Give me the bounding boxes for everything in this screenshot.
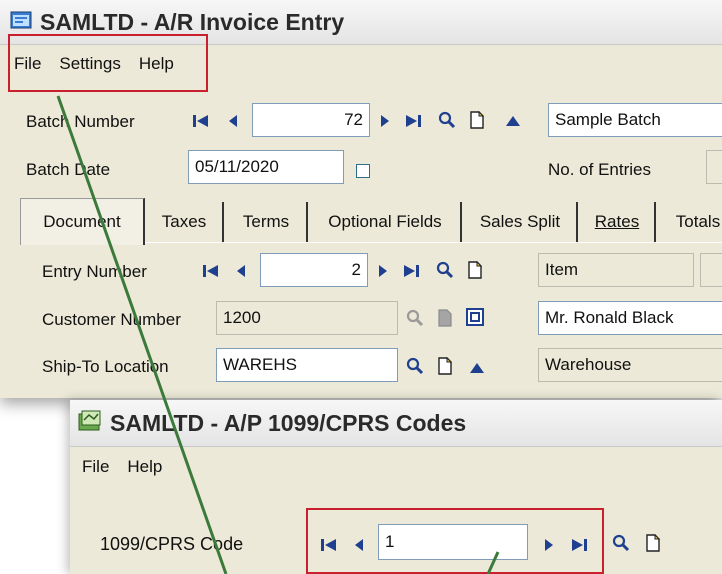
entry-type-field[interactable]: Item <box>538 253 694 287</box>
ship-to-description-field[interactable]: Warehouse <box>538 348 722 382</box>
batch-description-field[interactable]: Sample Batch <box>548 103 722 137</box>
entry-type-extra-field <box>700 253 722 287</box>
ship-to-label: Ship-To Location <box>42 357 169 376</box>
zoom-up-icon[interactable] <box>502 110 524 132</box>
tab-taxes[interactable]: Taxes <box>146 202 224 242</box>
finder-icon-disabled <box>404 307 426 329</box>
entries-field <box>706 150 722 184</box>
tab-rates[interactable]: Rates <box>580 202 656 242</box>
next-record-icon[interactable] <box>372 260 394 282</box>
previous-record-icon[interactable] <box>222 110 244 132</box>
window-title: SAMLTD - A/P 1099/CPRS Codes <box>110 409 467 436</box>
new-document-icon[interactable] <box>466 109 488 131</box>
next-record-icon[interactable] <box>538 534 560 556</box>
new-document-icon-disabled <box>434 307 456 329</box>
next-record-icon[interactable] <box>374 110 396 132</box>
tab-sales-split[interactable]: Sales Split <box>464 202 578 242</box>
cprs-code-field[interactable]: 1 <box>378 524 528 560</box>
menu-bar: File Help <box>70 448 722 486</box>
previous-record-icon[interactable] <box>230 260 252 282</box>
entries-label: No. of Entries <box>548 160 651 179</box>
tab-terms[interactable]: Terms <box>226 202 308 242</box>
new-document-icon[interactable] <box>642 532 664 554</box>
batch-date-label: Batch Date <box>26 160 111 179</box>
first-record-icon[interactable] <box>200 260 222 282</box>
cprs-code-label: 1099/CPRS Code <box>100 534 244 554</box>
app-icon <box>10 10 32 35</box>
entry-number-field[interactable]: 2 <box>260 253 368 287</box>
menu-file[interactable]: File <box>82 457 109 477</box>
customer-number-label: Customer Number <box>42 310 181 329</box>
customer-info-icon[interactable] <box>464 306 486 328</box>
ar-invoice-entry-window: SAMLTD - A/R Invoice Entry File Settings… <box>0 0 722 398</box>
first-record-icon[interactable] <box>190 110 212 132</box>
zoom-up-icon[interactable] <box>466 357 488 379</box>
first-record-icon[interactable] <box>318 534 340 556</box>
menu-help[interactable]: Help <box>127 457 162 477</box>
tab-totals[interactable]: Totals <box>658 202 722 242</box>
tab-document[interactable]: Document <box>20 198 145 245</box>
batch-number-field[interactable]: 72 <box>252 103 370 137</box>
menu-highlight-box <box>8 34 208 92</box>
ap-1099-cprs-codes-window: SAMLTD - A/P 1099/CPRS Codes File Help 1… <box>70 400 722 574</box>
customer-name-field[interactable]: Mr. Ronald Black <box>538 301 722 335</box>
finder-icon[interactable] <box>434 259 456 281</box>
tab-optional-fields[interactable]: Optional Fields <box>310 202 462 242</box>
new-document-icon[interactable] <box>464 259 486 281</box>
entry-number-label: Entry Number <box>42 262 147 281</box>
batch-date-field[interactable]: 05/11/2020 <box>188 150 344 184</box>
last-record-icon[interactable] <box>568 534 590 556</box>
finder-icon[interactable] <box>436 109 458 131</box>
tab-strip: Document Taxes Terms Optional Fields Sal… <box>20 198 722 245</box>
customer-number-field[interactable]: 1200 <box>216 301 398 335</box>
title-bar: SAMLTD - A/P 1099/CPRS Codes <box>70 400 722 447</box>
finder-icon[interactable] <box>610 532 632 554</box>
batch-number-label: Batch Number <box>26 112 135 131</box>
previous-record-icon[interactable] <box>348 534 370 556</box>
app-icon <box>78 410 102 437</box>
last-record-icon[interactable] <box>400 260 422 282</box>
calendar-icon[interactable] <box>356 164 370 178</box>
finder-icon[interactable] <box>404 355 426 377</box>
last-record-icon[interactable] <box>402 110 424 132</box>
new-document-icon[interactable] <box>434 355 456 377</box>
ship-to-field[interactable]: WAREHS <box>216 348 398 382</box>
window-title: SAMLTD - A/R Invoice Entry <box>40 8 345 35</box>
